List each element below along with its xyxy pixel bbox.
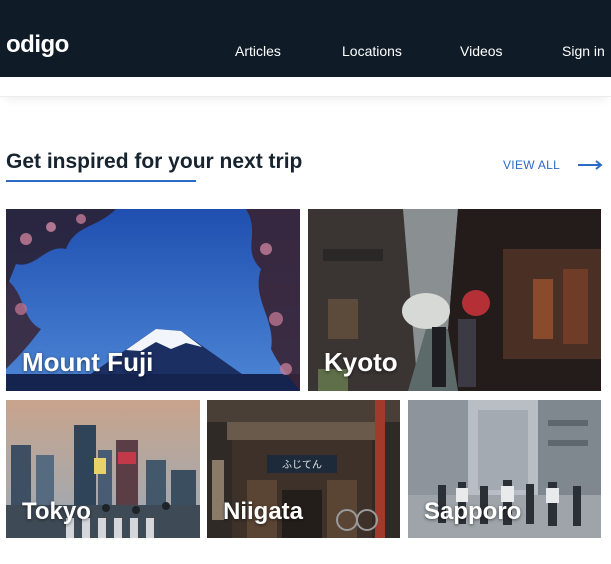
- nav-link-articles[interactable]: Articles: [235, 44, 281, 58]
- nav-link-videos[interactable]: Videos: [460, 44, 503, 58]
- odigo-logo[interactable]: odigo: [6, 33, 69, 57]
- tile-title-sapporo: Sapporo: [424, 498, 522, 525]
- destination-tile-sapporo[interactable]: Sapporo: [408, 400, 601, 538]
- arrow-right-icon: [578, 160, 603, 170]
- tile-title-mount-fuji: Mount Fuji: [22, 347, 154, 377]
- header-subbar: [0, 77, 611, 97]
- destination-tile-kyoto[interactable]: Kyoto: [308, 209, 601, 391]
- destination-tile-tokyo[interactable]: Tokyo: [6, 400, 200, 538]
- view-all-link[interactable]: VIEW ALL: [503, 158, 604, 172]
- section-title-underline: [6, 180, 196, 182]
- nav-link-locations[interactable]: Locations: [342, 44, 402, 58]
- destination-tile-niigata[interactable]: ふじてん Niigata: [207, 400, 400, 538]
- tile-title-niigata: Niigata: [223, 498, 304, 525]
- svg-text:ふじてん: ふじてん: [282, 459, 322, 471]
- sign-in-link[interactable]: Sign in: [562, 44, 605, 58]
- tile-title-kyoto: Kyoto: [324, 347, 398, 377]
- section-title: Get inspired for your next trip: [6, 150, 303, 173]
- tile-title-tokyo: Tokyo: [22, 498, 91, 525]
- header-divider: [0, 96, 611, 97]
- destination-tile-mount-fuji[interactable]: Mount Fuji: [6, 209, 300, 391]
- view-all-label: VIEW ALL: [503, 158, 561, 172]
- top-navigation-bar: odigo Articles Locations Videos Sign in: [0, 0, 611, 77]
